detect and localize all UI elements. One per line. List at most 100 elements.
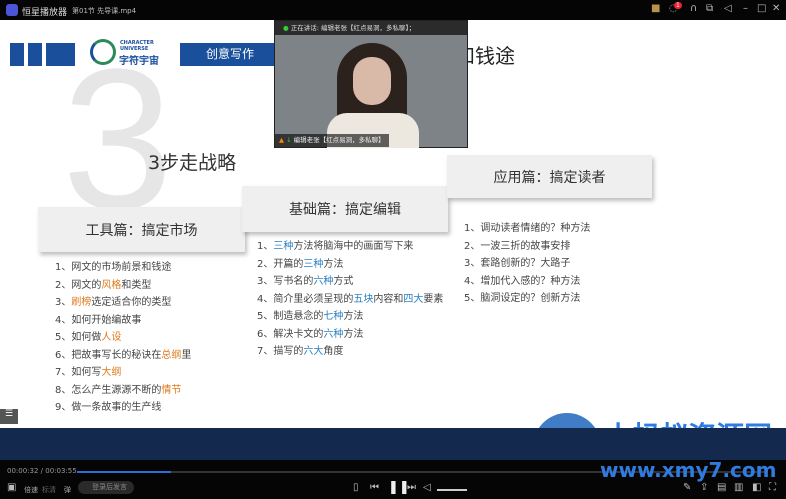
list-item: 4、如何开始编故事 — [55, 312, 191, 330]
minimize-icon[interactable]: – — [743, 3, 748, 14]
list-item: 4、增加代入感的？种方法 — [464, 273, 590, 291]
highlight-text: 风格 — [101, 279, 122, 291]
title-bar: 恒星播放器 第01节 先导课.mp4 ■ ◌ 1 ∩ ⧉ ◁ – □ ✕ — [0, 0, 786, 20]
list-item: 9、做一条故事的生产线 — [55, 399, 191, 417]
item-text: 5、如何做 — [55, 332, 102, 343]
highlight-text: 情节 — [161, 384, 182, 396]
player-controls: 00:00:32 / 00:03:55 www.xmy7.com ▣ 倍速 标清… — [0, 458, 786, 499]
mic-icon: ↓ — [286, 136, 292, 144]
edit-icon[interactable]: ✎ — [683, 482, 691, 493]
speed-button[interactable]: 倍速 — [24, 485, 38, 495]
item-text: 7、描写的 — [257, 346, 304, 357]
time-display: 00:00:32 / 00:03:55 — [7, 467, 77, 475]
gift-icon[interactable]: ■ — [651, 3, 660, 14]
webcam-face — [353, 57, 391, 105]
notification-badge: 1 — [674, 2, 682, 9]
list-item: 2、开篇的三种方法 — [257, 256, 443, 274]
document-icon[interactable]: ▤ — [717, 482, 726, 493]
volume-icon[interactable]: ◁ — [423, 482, 431, 493]
item-text: 3、写书名的 — [257, 276, 314, 287]
highlight-text: 大纲 — [101, 367, 122, 378]
fullscreen-icon[interactable]: ⛶ — [769, 482, 776, 493]
previous-icon[interactable]: ⏮ — [370, 482, 379, 493]
maximize-icon[interactable]: □ — [757, 3, 766, 14]
progress-fill — [77, 471, 171, 473]
pin-icon[interactable]: ◁ — [724, 3, 732, 14]
strategy-heading: 3步走战略 — [148, 152, 237, 174]
playlist-icon[interactable]: ▣ — [7, 482, 16, 493]
speaker-name: 编辑老张【红点易洞，多私聊】 — [293, 136, 385, 144]
name-tag: ▲ ↓ 编辑老张【红点易洞，多私聊】 — [275, 134, 389, 147]
watermark-text: 小蚂蚁资源网 — [604, 415, 772, 428]
section-box-tools: 工具篇：搞定市场 — [38, 207, 245, 252]
list-item: 1、调动读者情绪的？种方法 — [464, 220, 590, 238]
item-text: 1、调动读者情绪的？种方法 — [464, 223, 591, 234]
item-text: 方法 — [343, 311, 364, 322]
section-list-apply: 1、调动读者情绪的？种方法 2、一波三折的故事安排 3、套路创新的？大路子 4、增加代… — [464, 220, 590, 308]
webcam-overlay[interactable]: ● 正在讲话: 编辑老张【红点易洞，多私聊】； ▲ ↓ 编辑老张【红点易洞，多私… — [274, 20, 468, 148]
next-icon[interactable]: ⏭ — [407, 482, 416, 493]
item-text: 方法 — [323, 258, 344, 270]
deco-block — [10, 43, 24, 66]
item-text: 要素 — [423, 293, 444, 305]
quality-button[interactable]: 标清 — [42, 485, 56, 495]
list-item: 4、简介里必须呈现的五块内容和四大要素 — [257, 291, 443, 309]
section-list-tools: 1、网文的市场前景和钱途 2、网文的风格和类型 3、刷榜选定适合你的类型 4、如何开始… — [55, 259, 191, 417]
item-text: 8、怎么产生源源不断的 — [55, 384, 162, 396]
item-text: 方式 — [333, 276, 354, 287]
highlight-text: 七种 — [323, 311, 344, 322]
item-text: 1、网文的市场前景和钱途 — [55, 262, 172, 273]
item-text: 1、 — [257, 241, 274, 252]
highlight-text: 五块 — [353, 293, 374, 305]
section-box-basics: 基础篇：搞定编辑 — [242, 186, 448, 232]
danmaku-toggle[interactable]: 弹 — [64, 485, 71, 495]
item-text: 2、网文的 — [55, 279, 102, 291]
item-text: 里 — [181, 349, 192, 361]
speaking-bar: ● 正在讲话: 编辑老张【红点易洞，多私聊】； — [275, 21, 467, 35]
sidebar-icon[interactable]: ◧ — [752, 482, 761, 493]
item-text: 方法将脑海中的画面写下来 — [293, 241, 414, 252]
item-text: 5、脑洞设定的？创新方法 — [464, 293, 581, 304]
screenshot-icon[interactable]: ⧉ — [706, 3, 713, 14]
app-name-menu[interactable]: 恒星播放器 — [22, 5, 67, 18]
mic-icon: ● — [283, 24, 289, 32]
share-icon[interactable]: ⇪ — [700, 482, 708, 493]
section-box-apply: 应用篇：搞定读者 — [447, 155, 652, 198]
item-text: 6、把故事写长的秘诀在 — [55, 349, 162, 361]
list-item: 7、描写的六大角度 — [257, 343, 443, 361]
stop-icon[interactable]: ▯ — [353, 482, 359, 493]
highlight-text: 六种 — [313, 276, 334, 287]
list-item: 6、把故事写长的秘诀在总纲里 — [55, 347, 191, 365]
highlight-text: 总纲 — [161, 349, 182, 361]
item-text: 2、开篇的 — [257, 258, 304, 270]
deco-block — [28, 43, 42, 66]
item-text: 方法 — [343, 328, 364, 340]
user-icon: ▲ — [279, 136, 284, 144]
file-name: 第01节 先导课.mp4 — [72, 7, 137, 15]
list-item: 5、脑洞设定的？创新方法 — [464, 290, 590, 308]
watermark-logo-icon — [533, 413, 601, 428]
volume-slider[interactable] — [437, 489, 467, 491]
list-item: 2、网文的风格和类型 — [55, 277, 191, 295]
item-text: 选定适合你的类型 — [91, 297, 172, 308]
close-icon[interactable]: ✕ — [772, 3, 780, 14]
list-item: 5、如何做人设 — [55, 329, 191, 347]
playlist-toggle-button[interactable]: ☰ — [0, 409, 18, 424]
danmaku-input[interactable]: 登录后发言 — [78, 481, 134, 494]
list-item: 5、制造悬念的七种方法 — [257, 308, 443, 326]
highlight-text: 六大 — [303, 346, 324, 357]
highlight-text: 人设 — [101, 332, 122, 343]
list-item: 1、网文的市场前景和钱途 — [55, 259, 191, 277]
headset-icon[interactable]: ∩ — [690, 3, 697, 14]
section-list-basics: 1、三种方法将脑海中的画面写下来 2、开篇的三种方法 3、写书名的六种方式 4、简介里… — [257, 238, 443, 361]
list-item: 8、怎么产生源源不断的情节 — [55, 382, 191, 400]
danmaku-placeholder: 登录后发言 — [92, 483, 127, 491]
list-item: 2、一波三折的故事安排 — [464, 238, 590, 256]
section-title: 工具篇：搞定市场 — [85, 222, 198, 239]
item-text: 和类型 — [121, 279, 152, 291]
item-text: 7、如何写 — [55, 367, 102, 378]
item-text: 3、 — [55, 297, 72, 308]
list-item: 1、三种方法将脑海中的画面写下来 — [257, 238, 443, 256]
clipboard-icon[interactable]: ▥ — [734, 482, 743, 493]
item-text: 角度 — [323, 346, 344, 357]
